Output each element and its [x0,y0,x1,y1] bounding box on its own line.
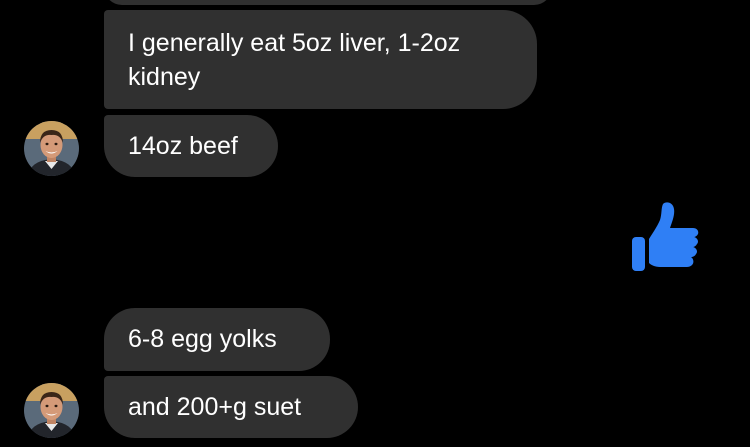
message-text: 6-8 egg yolks [128,325,277,353]
message-text-line: I generally eat 5oz liver, 1-2oz [128,29,461,57]
message-bubble-previous[interactable] [104,0,552,5]
contact-avatar[interactable] [24,121,79,176]
message-text-line: kidney [128,63,201,91]
message-bubble[interactable]: I generally eat 5oz liver, 1-2oz kidney [104,10,537,109]
message-bubble[interactable]: and 200+g suet [104,376,358,438]
message-bubble[interactable]: 6-8 egg yolks [104,308,330,371]
chat-screen: I generally eat 5oz liver, 1-2oz kidney … [0,0,750,447]
message-bubble[interactable]: 14oz beef [104,115,278,177]
message-text: and 200+g suet [128,393,302,421]
thumbs-up-icon[interactable] [630,201,701,272]
message-text: 14oz beef [128,132,238,160]
contact-avatar[interactable] [24,383,79,438]
